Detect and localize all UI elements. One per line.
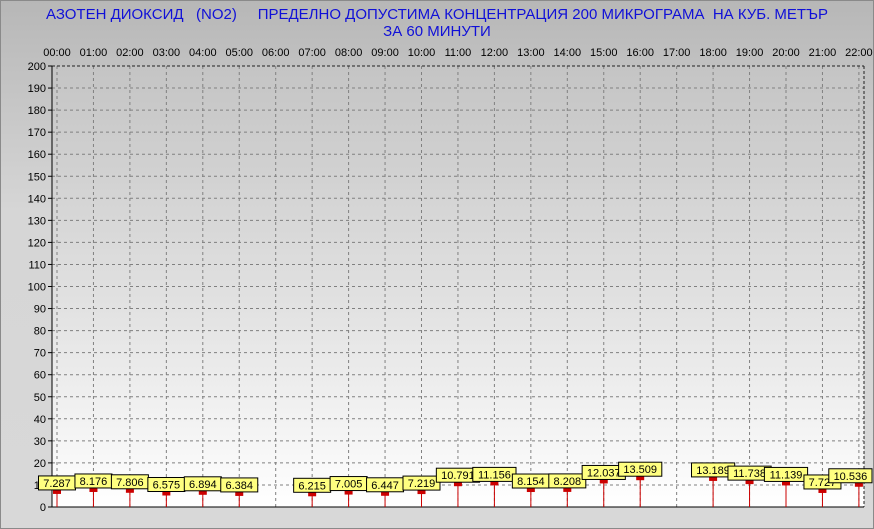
- x-tick-label: 07:00: [298, 47, 326, 59]
- x-tick-label: 19:00: [736, 47, 764, 59]
- x-tick-label: 10:00: [408, 47, 436, 59]
- y-tick-label: 180: [28, 105, 46, 117]
- y-tick-label: 60: [34, 370, 46, 382]
- data-label: 7.287: [43, 478, 71, 490]
- x-tick-label: 09:00: [371, 47, 399, 59]
- x-tick-label: 05:00: [225, 47, 253, 59]
- y-tick-label: 30: [34, 436, 46, 448]
- x-tick-label: 03:00: [153, 47, 181, 59]
- y-tick-label: 160: [28, 149, 46, 161]
- data-label: 6.447: [371, 480, 399, 492]
- data-label: 8.154: [517, 476, 545, 488]
- data-label: 13.509: [623, 464, 657, 476]
- data-label: 11.139: [770, 469, 803, 481]
- data-label: 6.215: [298, 480, 326, 492]
- x-tick-label: 22:00: [845, 47, 873, 59]
- y-tick-label: 140: [28, 193, 46, 205]
- x-tick-label: 11:00: [445, 47, 472, 59]
- x-tick-label: 06:00: [262, 47, 290, 59]
- y-tick-label: 90: [34, 304, 46, 316]
- data-label: 8.176: [80, 476, 108, 488]
- x-tick-label: 15:00: [590, 47, 618, 59]
- data-label: 11.738: [733, 468, 766, 480]
- x-tick-label: 02:00: [116, 47, 144, 59]
- data-label: 6.575: [153, 480, 181, 492]
- x-tick-label: 13:00: [517, 47, 545, 59]
- y-tick-label: 0: [40, 502, 46, 514]
- y-tick-label: 110: [28, 259, 46, 271]
- data-label: 8.208: [554, 476, 582, 488]
- y-tick-label: 190: [28, 83, 46, 95]
- y-tick-label: 80: [34, 326, 46, 338]
- x-tick-label: 00:00: [43, 47, 71, 59]
- y-tick-label: 130: [28, 215, 46, 227]
- x-tick-label: 14:00: [554, 47, 582, 59]
- x-tick-label: 21:00: [809, 47, 837, 59]
- y-tick-label: 20: [34, 458, 46, 470]
- y-tick-label: 50: [34, 392, 46, 404]
- y-tick-label: 200: [28, 61, 46, 73]
- x-tick-label: 12:00: [481, 47, 509, 59]
- data-label: 10.791: [441, 470, 475, 482]
- data-label: 12.037: [587, 467, 621, 479]
- y-tick-label: 100: [28, 282, 46, 294]
- data-label: 7.005: [335, 479, 363, 491]
- x-tick-label: 16:00: [626, 47, 654, 59]
- data-label: 13.189: [696, 465, 730, 477]
- x-tick-label: 17:00: [663, 47, 691, 59]
- y-tick-label: 40: [34, 414, 46, 426]
- data-label: 6.894: [189, 479, 217, 491]
- x-tick-label: 01:00: [80, 47, 108, 59]
- y-tick-label: 70: [34, 348, 46, 360]
- x-tick-label: 04:00: [189, 47, 217, 59]
- y-tick-label: 170: [28, 127, 46, 139]
- data-label: 10.536: [834, 471, 868, 483]
- x-tick-label: 18:00: [699, 47, 727, 59]
- x-tick-label: 08:00: [335, 47, 363, 59]
- y-tick-label: 150: [28, 171, 46, 183]
- data-label: 11.156: [478, 469, 511, 481]
- data-label: 6.384: [225, 480, 253, 492]
- x-tick-label: 20:00: [772, 47, 800, 59]
- data-label: 7.806: [116, 477, 144, 489]
- data-label: 7.219: [408, 478, 436, 490]
- y-tick-label: 120: [28, 237, 46, 249]
- chart-svg: 0102030405060708090100110120130140150160…: [28, 47, 873, 514]
